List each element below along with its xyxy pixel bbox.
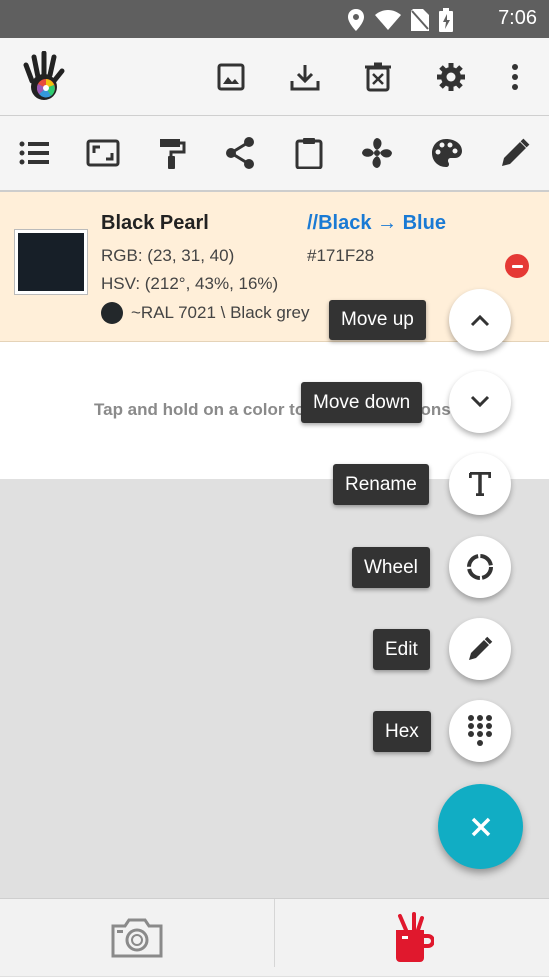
ral-label: ~RAL 7021 \ Black grey <box>131 303 310 322</box>
pencil-icon <box>469 636 493 660</box>
tab-paint-cup[interactable] <box>275 899 549 977</box>
move-down-button[interactable] <box>449 371 511 433</box>
color-hsv: HSV: (212°, 43%, 16%) <box>101 274 279 293</box>
app-bar <box>0 38 549 116</box>
location-icon <box>347 9 365 36</box>
rename-button[interactable] <box>449 453 511 515</box>
hex-button[interactable] <box>449 700 511 762</box>
dialpad-icon <box>468 715 492 746</box>
chevron-up-icon <box>470 314 490 327</box>
chevron-down-icon <box>470 395 490 408</box>
battery-charging-icon <box>439 8 453 37</box>
color-hex: #171F28 <box>307 246 375 265</box>
edit-label[interactable]: Edit <box>373 629 430 670</box>
settings-icon[interactable] <box>427 53 475 101</box>
paint-cup-icon <box>396 912 434 962</box>
tab-camera[interactable] <box>0 899 274 977</box>
color-rgb: RGB: (23, 31, 40) <box>101 246 235 265</box>
share-icon[interactable] <box>216 129 264 177</box>
palette-icon[interactable] <box>422 129 470 177</box>
edit-button[interactable] <box>449 618 511 680</box>
close-icon <box>471 817 490 836</box>
image-icon[interactable] <box>207 53 255 101</box>
ral-dot-icon <box>101 302 123 324</box>
move-up-button[interactable] <box>449 289 511 351</box>
close-speed-dial-button[interactable] <box>438 784 523 869</box>
wheel-label[interactable]: Wheel <box>352 547 430 588</box>
remove-color-button[interactable] <box>505 254 529 278</box>
status-time: 7:06 <box>498 7 537 29</box>
list-icon[interactable] <box>10 129 58 177</box>
more-vert-icon[interactable] <box>491 53 539 101</box>
wheel-button[interactable] <box>449 536 511 598</box>
toolbar <box>0 116 549 192</box>
pencil-icon[interactable] <box>491 129 539 177</box>
move-down-label[interactable]: Move down <box>301 382 423 423</box>
delete-icon[interactable] <box>354 53 402 101</box>
no-sim-icon <box>411 9 429 36</box>
bottom-bar <box>0 898 549 976</box>
color-swatch-fill <box>18 233 84 291</box>
download-icon[interactable] <box>281 53 329 101</box>
hex-label[interactable]: Hex <box>373 711 431 752</box>
wheel-icon <box>467 554 493 580</box>
crop-icon[interactable] <box>79 129 127 177</box>
wifi-icon <box>375 10 401 35</box>
paint-roller-icon[interactable] <box>148 129 196 177</box>
text-icon <box>469 472 491 496</box>
color-ral: ~RAL 7021 \ Black grey <box>101 302 309 324</box>
color-swatch <box>14 229 88 295</box>
color-name: Black Pearl <box>101 212 209 234</box>
fan-icon[interactable] <box>353 129 401 177</box>
app-logo-icon <box>22 51 70 100</box>
camera-icon <box>111 918 163 958</box>
clipboard-icon[interactable] <box>285 129 333 177</box>
status-bar: 7:06 <box>0 0 549 38</box>
color-tag: //Black → Blue <box>307 212 446 234</box>
move-up-label[interactable]: Move up <box>329 300 426 340</box>
rename-label[interactable]: Rename <box>333 464 429 505</box>
